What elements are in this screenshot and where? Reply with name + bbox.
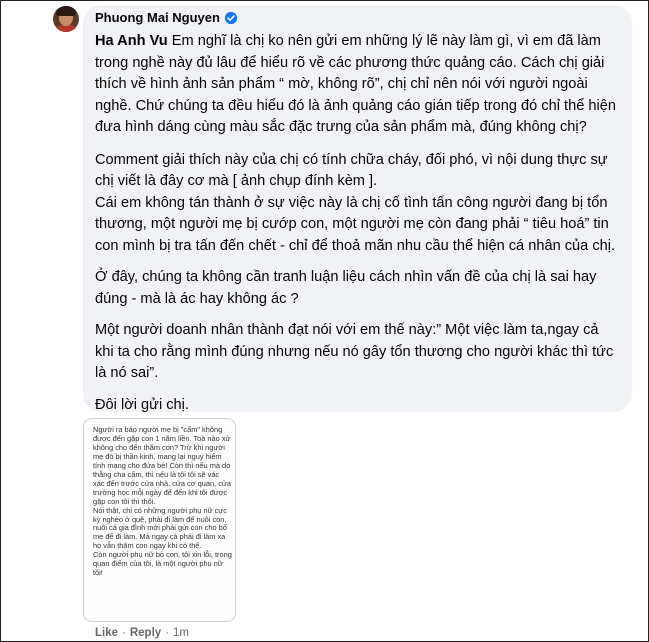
- separator: ·: [122, 627, 126, 639]
- reply-button[interactable]: Reply: [130, 627, 161, 639]
- comment-body: Ha Anh Vu Em nghĩ là chị ko nên gửi em n…: [95, 31, 620, 416]
- comment-actions: Like · Reply · 1m: [95, 627, 189, 639]
- comment-paragraph-5: Một người doanh nhân thành đạt nói với e…: [95, 322, 614, 381]
- comment-timestamp[interactable]: 1m: [173, 627, 189, 639]
- comment-paragraph-1: Ha Anh Vu Em nghĩ là chị ko nên gửi em n…: [95, 33, 616, 135]
- comment-paragraph-4: Ở đây, chúng ta không cần tranh luận liệ…: [95, 269, 597, 307]
- comment-paragraph-2: Comment giải thích này của chị có tính c…: [95, 151, 608, 190]
- like-button[interactable]: Like: [95, 627, 118, 639]
- verified-badge-icon: [224, 11, 238, 24]
- author-avatar[interactable]: [53, 6, 79, 32]
- attached-screenshot-text: Người ra bảo người mẹ bị "cấm" không đượ…: [93, 425, 232, 578]
- screenshot-frame: Phuong Mai Nguyen Ha Anh Vu Em nghĩ là c…: [0, 0, 649, 642]
- author-name[interactable]: Phuong Mai Nguyen: [95, 10, 220, 25]
- comment-paragraph-3: Cái em không tán thành ở sự việc này là …: [95, 194, 616, 254]
- comment-paragraph-6: Đôi lời gửi chị.: [95, 396, 189, 413]
- attached-screenshot[interactable]: Người ra bảo người mẹ bị "cấm" không đượ…: [83, 418, 236, 622]
- mention-link[interactable]: Ha Anh Vu: [95, 33, 168, 49]
- separator: ·: [165, 627, 170, 639]
- comment-author-row: Phuong Mai Nguyen: [95, 10, 238, 25]
